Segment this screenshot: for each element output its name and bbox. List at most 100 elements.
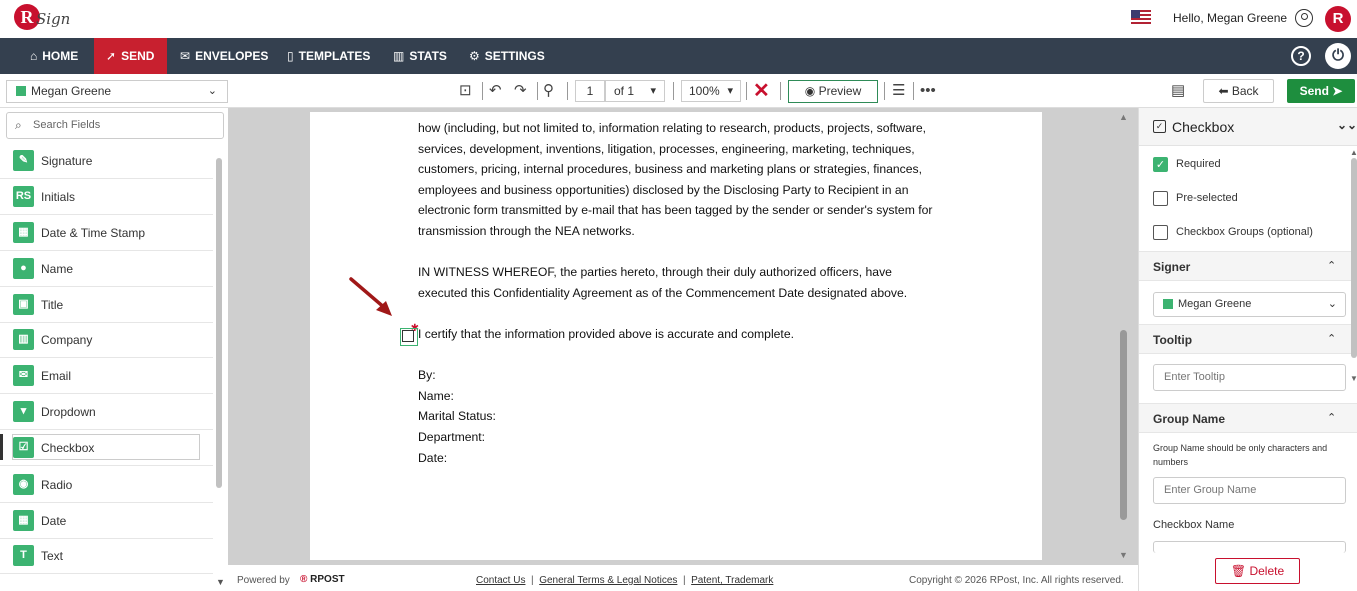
scroll-down-icon[interactable]: ▼ <box>216 577 225 587</box>
fit-page-icon[interactable]: ⊡ <box>459 82 472 100</box>
delete-button[interactable]: 🗑 Delete <box>1215 558 1300 584</box>
search-fields-placeholder: Search Fields <box>33 119 101 131</box>
scroll-up-icon[interactable]: ▲ <box>1119 112 1128 122</box>
power-icon[interactable]: ⏻ <box>1325 43 1351 69</box>
send-icon: ➚ <box>106 49 117 63</box>
document-scrollbar[interactable]: ▲ ▼ <box>1117 112 1131 560</box>
us-flag-icon[interactable] <box>1131 10 1151 25</box>
clear-fields-icon[interactable]: ✕ <box>753 81 770 101</box>
properties-scrollbar[interactable]: ▲ ▼ <box>1350 148 1357 548</box>
rsign-logo[interactable]: R Sign <box>14 4 74 34</box>
field-name[interactable]: ● Name <box>0 251 213 287</box>
document-page[interactable]: how (including, but not limited to, info… <box>310 112 1042 560</box>
doc-paragraph-line: how (including, but not limited to, info… <box>418 121 927 135</box>
field-signature[interactable]: ✎ Signature <box>0 143 213 179</box>
signer-color-swatch <box>1163 299 1173 309</box>
search-fields-input[interactable]: ⌕ Search Fields <box>6 112 224 139</box>
patent-link[interactable]: Patent, Trademark <box>691 575 773 586</box>
toolbar-divider <box>884 82 885 100</box>
field-date-time-stamp[interactable]: ▦ Date & Time Stamp <box>0 215 213 251</box>
nav-home[interactable]: ⌂ HOME <box>18 38 90 74</box>
nav-stats-label: STATS <box>409 49 447 63</box>
send-button[interactable]: Send ➤ <box>1287 79 1355 103</box>
tooltip-placeholder: Enter Tooltip <box>1164 371 1225 383</box>
doc-paragraph-line: executed this Confidentiality Agreement … <box>418 286 908 300</box>
signer-select[interactable]: Megan Greene ⌄ <box>1153 292 1346 317</box>
nav-envelopes-label: ENVELOPES <box>195 49 269 63</box>
fields-scrollbar[interactable] <box>215 148 223 578</box>
undo-icon[interactable]: ↶ <box>489 82 502 100</box>
main-nav: ⌂ HOME ➚ SEND ✉ ENVELOPES ▯ TEMPLATES ▥ STATS… <box>0 38 1357 74</box>
field-email[interactable]: ✉ Email <box>0 358 213 394</box>
toolbar-divider <box>537 82 538 100</box>
group-name-section-header[interactable]: Group Name ⌃ <box>1139 403 1357 433</box>
field-initials[interactable]: RS Initials <box>0 179 213 215</box>
nav-settings-label: SETTINGS <box>484 49 545 63</box>
hierarchy-icon[interactable]: ⚲ <box>543 82 554 100</box>
preselected-checkbox[interactable] <box>1153 191 1168 206</box>
checkbox-name-input[interactable] <box>1153 541 1346 553</box>
pointer-arrow-icon <box>349 277 392 316</box>
help-icon[interactable]: ? <box>1291 46 1311 66</box>
nav-settings[interactable]: ⚙ SETTINGS <box>457 38 557 74</box>
signer-select[interactable]: Megan Greene ⌄ <box>6 80 228 103</box>
document-settings-icon[interactable]: ▤ <box>1171 82 1185 100</box>
nav-stats[interactable]: ▥ STATS <box>381 38 459 74</box>
mail-icon: ✉ <box>13 365 34 386</box>
page-number-input[interactable]: 1 <box>575 80 605 102</box>
terms-link[interactable]: General Terms & Legal Notices <box>539 575 677 586</box>
fields-panel: ⌕ Search Fields ✎ Signature RS Initials … <box>0 108 228 591</box>
back-button[interactable]: ⬅ Back <box>1203 79 1274 103</box>
doc-label-name: Name: <box>418 389 454 403</box>
signer-section-title: Signer <box>1153 260 1191 274</box>
field-label: Radio <box>41 478 73 492</box>
nav-send[interactable]: ➚ SEND <box>94 38 167 74</box>
field-dropdown[interactable]: ▾ Dropdown <box>0 394 213 430</box>
tooltip-section-header[interactable]: Tooltip ⌃ <box>1139 324 1357 354</box>
required-checkbox[interactable]: ✓ <box>1153 157 1168 172</box>
preview-button[interactable]: ◉ Preview <box>788 80 878 103</box>
more-icon[interactable]: ••• <box>920 82 936 100</box>
collapse-panel-icon[interactable]: ⌄⌄ <box>1337 118 1357 132</box>
signer-select-value: Megan Greene <box>31 84 112 98</box>
caret-down-icon: ▾ <box>650 85 656 97</box>
scrollbar-thumb[interactable] <box>1120 330 1127 520</box>
tooltip-input[interactable]: Enter Tooltip <box>1153 364 1346 391</box>
signature-icon: ✎ <box>13 150 34 171</box>
field-text[interactable]: T Text <box>0 538 213 574</box>
field-date[interactable]: ▦ Date <box>0 503 213 539</box>
field-title[interactable]: ▣ Title <box>0 287 213 323</box>
properties-header: ✓ Checkbox ⌄⌄ <box>1139 108 1357 146</box>
page-select[interactable]: of 1 ▾ <box>605 80 665 102</box>
field-company[interactable]: ▥ Company <box>0 322 213 358</box>
align-icon[interactable]: ☰ <box>892 82 905 100</box>
caret-down-icon: ▾ <box>727 85 733 97</box>
checkbox-groups-checkbox[interactable] <box>1153 225 1168 240</box>
search-icon: ⌕ <box>15 118 22 132</box>
scroll-up-icon[interactable]: ▲ <box>1350 148 1357 157</box>
group-name-input[interactable]: Enter Group Name <box>1153 477 1346 504</box>
chevron-down-icon: ⌄ <box>207 85 217 97</box>
user-profile-icon[interactable] <box>1295 9 1313 27</box>
redo-icon[interactable]: ↷ <box>514 82 527 100</box>
brand-avatar[interactable]: R <box>1325 6 1351 32</box>
nav-envelopes[interactable]: ✉ ENVELOPES <box>168 38 280 74</box>
zoom-select[interactable]: 100% ▾ <box>681 80 741 102</box>
field-radio[interactable]: ◉ Radio <box>0 467 213 503</box>
field-checkbox[interactable]: ☑ Checkbox <box>0 430 213 466</box>
logo-text: Sign <box>36 10 71 28</box>
doc-paragraph-line: IN WITNESS WHEREOF, the parties hereto, … <box>418 265 892 279</box>
calendar-icon: ▦ <box>13 510 34 531</box>
toolbar-divider <box>567 82 568 100</box>
scroll-down-icon[interactable]: ▼ <box>1119 550 1128 560</box>
scrollbar-thumb[interactable] <box>1351 158 1357 358</box>
contact-us-link[interactable]: Contact Us <box>476 575 525 586</box>
nav-templates[interactable]: ▯ TEMPLATES <box>275 38 382 74</box>
scrollbar-thumb[interactable] <box>216 158 222 488</box>
placed-checkbox-field[interactable]: ✱ <box>400 323 419 346</box>
building-icon: ▥ <box>13 329 34 350</box>
rpost-brand: RPOST <box>310 574 345 585</box>
toolbar-divider <box>746 82 747 100</box>
signer-section-header[interactable]: Signer ⌃ <box>1139 251 1357 281</box>
scroll-down-icon[interactable]: ▼ <box>1350 374 1357 383</box>
